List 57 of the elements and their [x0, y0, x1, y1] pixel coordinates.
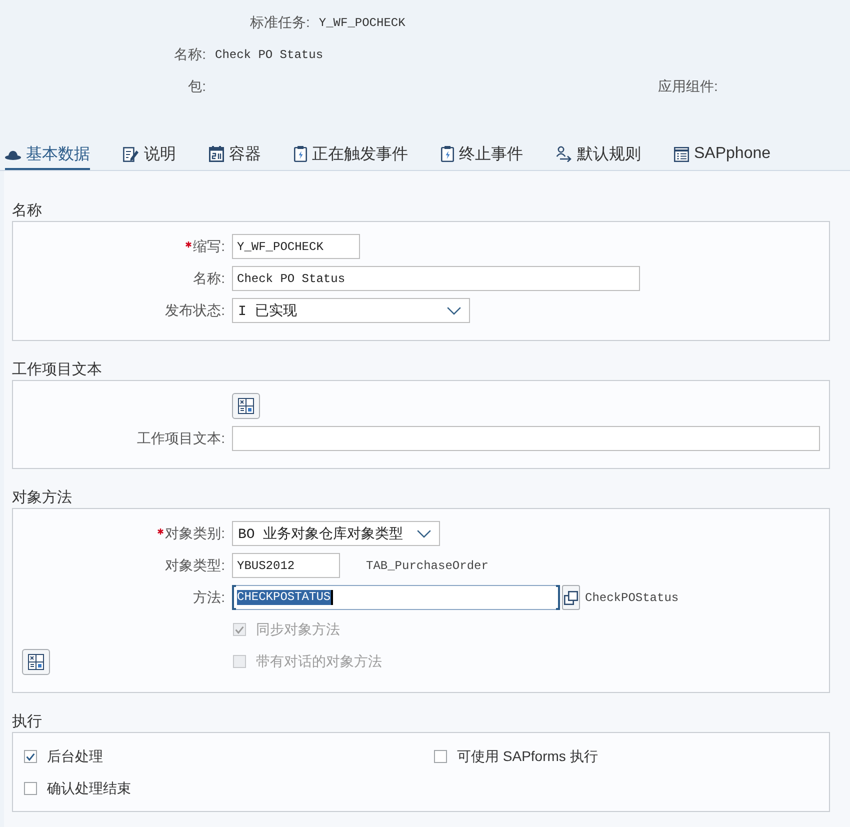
table-icon — [674, 146, 689, 162]
clipboard-bolt-icon — [294, 146, 307, 162]
clipboard-bolt-icon — [441, 146, 454, 162]
object-category-dropdown[interactable]: BO 业务对象仓库对象类型 — [232, 521, 440, 546]
tab[interactable]: 容器 — [209, 140, 261, 170]
grid-button[interactable] — [232, 393, 260, 419]
checkbox-label: 确认处理结束 — [47, 780, 131, 798]
field-label: 发布状态: — [165, 302, 225, 320]
tab[interactable]: SAPphone — [674, 140, 771, 170]
tab[interactable]: 默认规则 — [556, 140, 641, 170]
checkbox-label: 带有对话的对象方法 — [256, 652, 382, 670]
checkmark-icon — [26, 752, 35, 760]
field-label: 工作项目文本: — [137, 430, 225, 448]
checkbox-label: 后台处理 — [47, 748, 103, 766]
checkbox[interactable] — [434, 750, 447, 763]
section-title: 执行 — [12, 712, 43, 732]
checkbox-label: 同步对象方法 — [256, 620, 340, 638]
grid-button[interactable] — [22, 648, 50, 674]
field-label: 方法: — [193, 588, 225, 606]
grid-icon — [238, 398, 254, 414]
field-label: 对象类型: — [165, 556, 225, 574]
tab[interactable]: 正在触发事件 — [294, 140, 408, 170]
calendar-icon — [209, 146, 224, 162]
header-label: 标准任务: — [250, 14, 310, 32]
method-description: CheckPOStatus — [585, 590, 679, 604]
header-label: 包: — [188, 78, 206, 96]
checkmark-icon — [235, 626, 244, 634]
chevron-down-icon — [417, 530, 431, 538]
release-status-dropdown[interactable]: I 已实现 — [232, 298, 470, 323]
document-pencil-icon — [123, 146, 139, 162]
object-type-description: TAB_PurchaseOrder — [366, 558, 488, 572]
grid-icon — [28, 654, 44, 670]
tab[interactable]: 终止事件 — [441, 140, 523, 170]
field-label: 对象类别: — [165, 524, 225, 542]
chevron-down-icon — [447, 306, 461, 314]
section-title: 名称 — [12, 201, 43, 221]
section-title: 工作项目文本 — [12, 360, 103, 380]
method-field[interactable]: CHECKPOSTATUS — [232, 585, 560, 610]
checkbox[interactable] — [24, 750, 37, 763]
name-field[interactable]: Check PO Status — [232, 266, 640, 291]
header-value: Check PO Status — [215, 48, 324, 62]
person-arrow-icon — [556, 146, 572, 162]
work-item-text-field[interactable] — [232, 426, 820, 451]
field-label: 缩写: — [193, 238, 225, 256]
abbreviation-field[interactable]: Y_WF_POCHECK — [232, 234, 360, 259]
header-label: 名称: — [174, 46, 206, 64]
hat-icon — [5, 148, 21, 160]
value-help-button[interactable] — [562, 585, 580, 610]
object-type-field[interactable]: YBUS2012 — [232, 553, 340, 578]
tab[interactable]: 说明 — [123, 140, 176, 170]
overlapping-squares-icon — [564, 590, 578, 604]
field-label: 名称: — [193, 270, 225, 288]
header-value: Y_WF_POCHECK — [318, 16, 406, 30]
header-label: 应用组件: — [658, 78, 718, 96]
checkbox-label: 可使用 SAPforms 执行 — [457, 748, 598, 766]
section-title: 对象方法 — [12, 488, 73, 508]
checkbox[interactable] — [24, 782, 37, 795]
